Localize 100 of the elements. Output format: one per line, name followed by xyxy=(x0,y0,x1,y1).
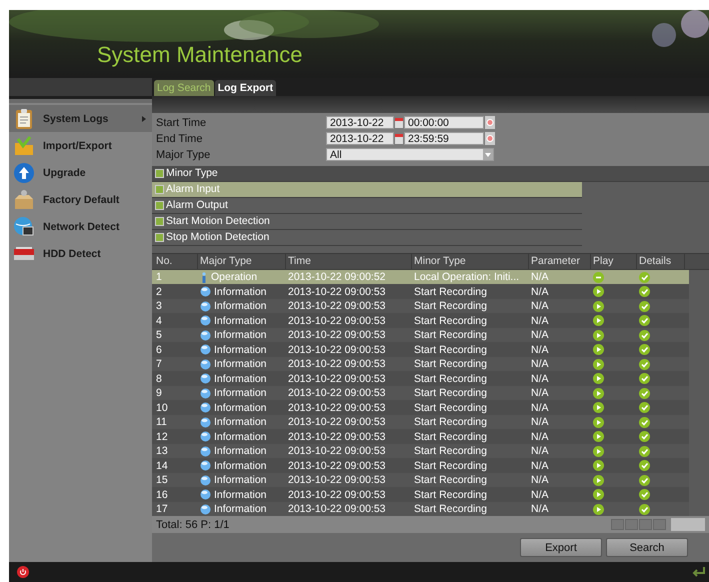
sidebar-item[interactable]: Factory Default xyxy=(9,186,152,213)
time-field[interactable]: 00:00:00 xyxy=(404,116,484,130)
checkmark-icon[interactable] xyxy=(639,504,650,515)
checkmark-icon[interactable] xyxy=(639,460,650,472)
play-icon[interactable] xyxy=(593,431,604,442)
clipboard-icon xyxy=(13,108,35,130)
sidebar-item[interactable]: Network Detect xyxy=(9,213,152,240)
checkmark-icon[interactable] xyxy=(639,431,650,442)
log-row[interactable]: 2 Information 2013-10-22 09:00:53 Start Recording N/A xyxy=(152,284,689,299)
upload-icon xyxy=(13,162,35,184)
play-icon[interactable] xyxy=(593,344,604,356)
table-cell-text: 9 xyxy=(155,387,163,400)
table-cell-text: 2013-10-22 09:00:53 xyxy=(287,387,386,400)
log-row[interactable]: 12 Information 2013-10-22 09:00:53 Start Recording N/A xyxy=(152,429,689,444)
checkmark-icon[interactable] xyxy=(639,344,650,356)
play-icon[interactable] xyxy=(593,416,604,428)
table-cell-text: Start Recording xyxy=(413,402,488,414)
log-row[interactable]: 10 Information 2013-10-22 09:00:53 Start Recording N/A xyxy=(152,400,689,415)
action-button[interactable]: Search xyxy=(606,538,688,558)
table-cell-text: Start Recording xyxy=(413,286,488,298)
checkmark-icon[interactable] xyxy=(639,315,650,326)
log-row[interactable]: 7 Information 2013-10-22 09:00:53 Start Recording N/A xyxy=(152,356,689,372)
play-icon[interactable] xyxy=(593,330,604,341)
table-cell-text: 2013-10-22 09:00:53 xyxy=(287,344,386,356)
globe-icon xyxy=(200,416,211,428)
minor-type-item[interactable]: Alarm Output xyxy=(152,198,582,214)
calendar-icon[interactable] xyxy=(395,133,403,144)
play-icon[interactable] xyxy=(593,373,604,384)
checkmark-icon[interactable] xyxy=(639,272,650,283)
checkmark-icon[interactable] xyxy=(639,416,650,428)
checkmark-icon[interactable] xyxy=(639,489,650,500)
play-icon[interactable] xyxy=(593,402,604,414)
checkmark-icon[interactable] xyxy=(639,474,650,486)
table-cell-text: 6 xyxy=(155,344,163,356)
checkmark-icon[interactable] xyxy=(639,402,650,414)
minor-type-item[interactable]: Start Motion Detection xyxy=(152,214,582,230)
checkmark-icon[interactable] xyxy=(639,446,650,457)
major-type-dropdown[interactable]: All xyxy=(326,148,494,162)
table-cell-text: N/A xyxy=(530,503,550,516)
date-field[interactable]: 2013-10-22 xyxy=(326,132,394,146)
checkmark-icon[interactable] xyxy=(639,388,650,399)
field-label: End Time xyxy=(156,132,204,145)
log-row[interactable]: 9 Information 2013-10-22 09:00:53 Start Recording N/A xyxy=(152,386,689,400)
play-icon[interactable] xyxy=(593,358,604,370)
log-row[interactable]: 13 Information 2013-10-22 09:00:53 Start Recording N/A xyxy=(152,444,689,458)
play-icon[interactable] xyxy=(593,315,604,326)
globe-icon xyxy=(13,216,35,238)
return-arrow-icon[interactable] xyxy=(691,566,705,578)
page-input[interactable] xyxy=(671,518,705,532)
checkbox[interactable] xyxy=(155,216,164,226)
table-cell-text: 2013-10-22 09:00:53 xyxy=(287,488,386,501)
calendar-icon[interactable] xyxy=(395,117,403,128)
log-row[interactable]: 5 Information 2013-10-22 09:00:53 Start Recording N/A xyxy=(152,328,689,342)
checkmark-icon[interactable] xyxy=(639,300,650,312)
play-icon[interactable] xyxy=(593,489,604,500)
globe-icon xyxy=(200,504,211,515)
play-icon[interactable] xyxy=(593,300,604,312)
checkmark-icon[interactable] xyxy=(639,286,650,298)
log-row[interactable]: 14 Information 2013-10-22 09:00:53 Start Recording N/A xyxy=(152,458,689,473)
log-row[interactable]: 16 Information 2013-10-22 09:00:53 Start Recording N/A xyxy=(152,487,689,502)
play-icon[interactable] xyxy=(593,286,604,298)
play-icon[interactable] xyxy=(593,474,604,486)
log-row[interactable]: 17 Information 2013-10-22 09:00:53 Start Recording N/A xyxy=(152,502,689,516)
log-row[interactable]: 4 Information 2013-10-22 09:00:53 Start Recording N/A xyxy=(152,313,689,328)
globe-icon xyxy=(200,344,211,356)
sidebar-item[interactable]: Upgrade xyxy=(9,159,152,186)
checkbox[interactable] xyxy=(155,232,164,242)
minor-type-item[interactable]: Stop Motion Detection xyxy=(152,230,582,246)
table-cell-text: 2013-10-22 09:00:53 xyxy=(287,402,386,414)
tab[interactable]: Log Export xyxy=(214,80,276,96)
action-button[interactable]: Export xyxy=(520,538,602,558)
checkmark-icon[interactable] xyxy=(639,373,650,384)
log-row[interactable]: 8 Information 2013-10-22 09:00:53 Start Recording N/A xyxy=(152,371,689,386)
log-row[interactable]: 11 Information 2013-10-22 09:00:53 Start Recording N/A xyxy=(152,414,689,430)
checkbox[interactable] xyxy=(155,184,164,194)
table-cell-text: 2013-10-22 09:00:53 xyxy=(287,372,386,385)
column-header: Details xyxy=(637,254,685,269)
table-cell-text: Start Recording xyxy=(413,344,488,356)
table-cell: Information xyxy=(214,430,267,443)
table-cell-text: N/A xyxy=(530,300,550,312)
log-row[interactable]: 15 Information 2013-10-22 09:00:53 Start Recording N/A xyxy=(152,472,689,488)
table-cell-text: 17 xyxy=(155,503,169,516)
log-row[interactable]: 3 Information 2013-10-22 09:00:53 Start Recording N/A xyxy=(152,298,689,314)
table-cell-text: Start Recording xyxy=(413,416,488,428)
checkmark-icon[interactable] xyxy=(639,358,650,370)
checkbox[interactable] xyxy=(155,200,164,210)
power-icon[interactable] xyxy=(17,566,29,578)
time-field[interactable]: 23:59:59 xyxy=(404,132,484,146)
play-icon[interactable] xyxy=(593,504,604,515)
play-icon[interactable] xyxy=(593,388,604,399)
column-header: No. xyxy=(154,254,198,269)
play-icon[interactable] xyxy=(593,446,604,457)
table-cell: Information xyxy=(214,387,267,400)
sidebar-item[interactable]: HDD Detect xyxy=(9,240,152,267)
log-row[interactable]: 6 Information 2013-10-22 09:00:53 Start Recording N/A xyxy=(152,342,689,357)
checkmark-icon[interactable] xyxy=(639,330,650,341)
date-field[interactable]: 2013-10-22 xyxy=(326,116,394,130)
play-icon[interactable] xyxy=(593,460,604,472)
checkbox[interactable] xyxy=(155,168,164,178)
sidebar-item[interactable]: Import/Export xyxy=(9,132,152,159)
